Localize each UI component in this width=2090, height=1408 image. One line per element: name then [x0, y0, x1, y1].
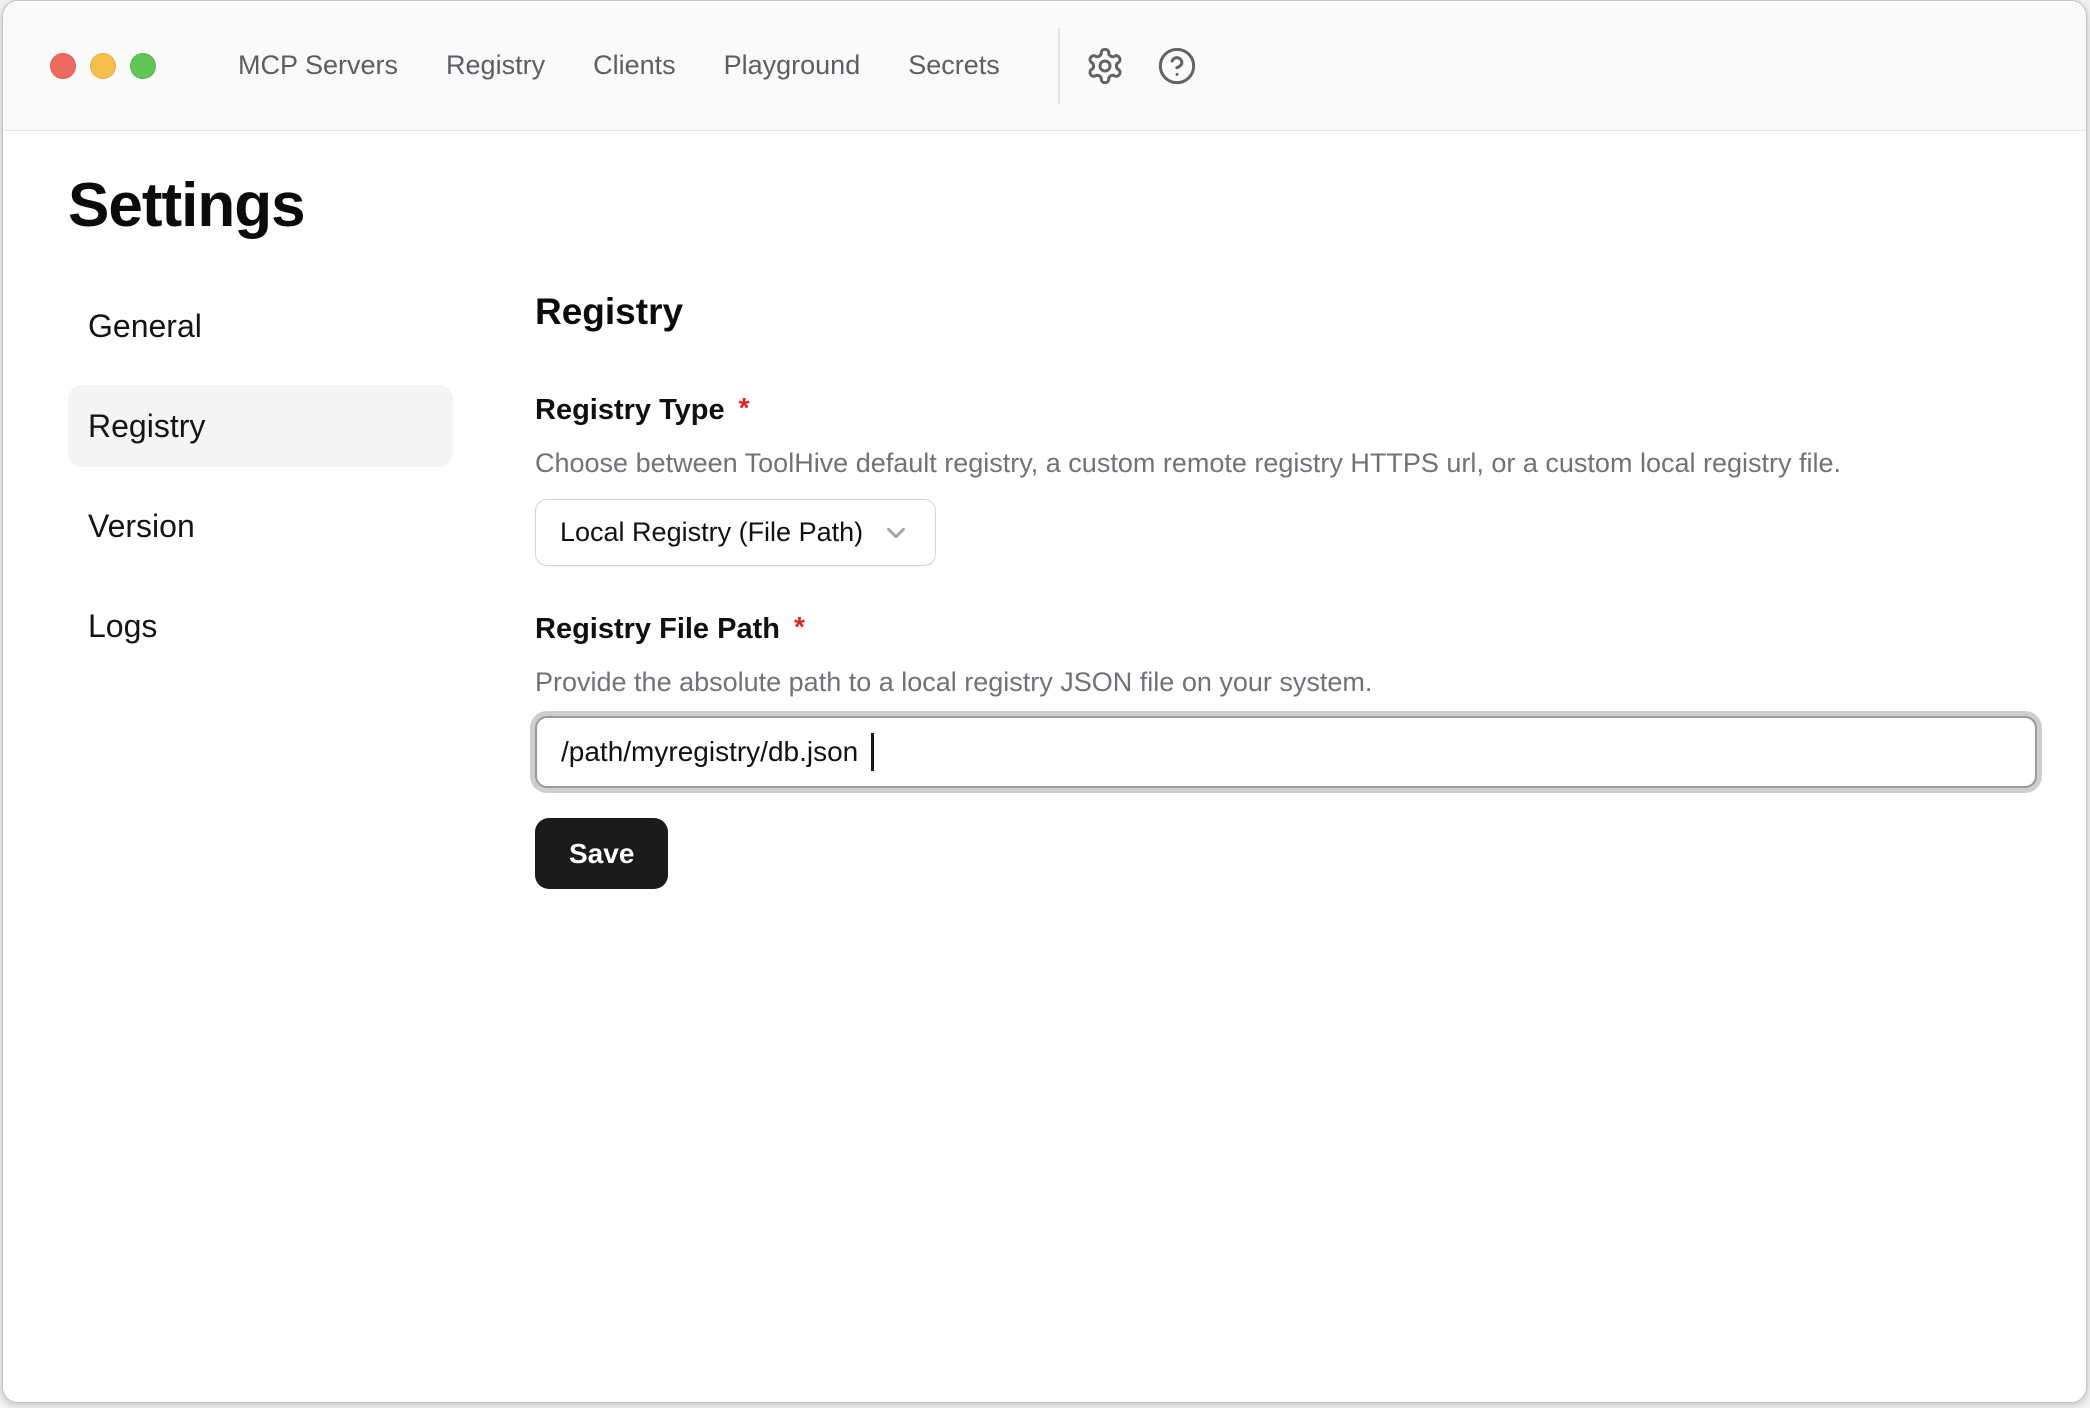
window-controls	[3, 53, 156, 79]
zoom-button[interactable]	[130, 53, 156, 79]
settings-button[interactable]	[1082, 43, 1128, 89]
chevron-down-icon	[881, 518, 911, 548]
registry-file-path-label: Registry File Path	[535, 610, 780, 648]
registry-type-label: Registry Type	[535, 391, 725, 429]
registry-file-path-field: Registry File Path * Provide the absolut…	[535, 610, 2039, 788]
sidebar-item-version[interactable]: Version	[68, 485, 453, 567]
required-asterisk: *	[739, 391, 750, 425]
registry-type-selected-value: Local Registry (File Path)	[560, 517, 863, 548]
registry-type-select[interactable]: Local Registry (File Path)	[535, 499, 936, 566]
titlebar-divider	[1058, 28, 1060, 104]
save-button[interactable]: Save	[535, 818, 668, 889]
settings-sidebar: General Registry Version Logs	[68, 285, 453, 667]
registry-file-path-description: Provide the absolute path to a local reg…	[535, 664, 2039, 700]
section-heading: Registry	[535, 289, 2039, 335]
settings-page: Settings General Registry Version Logs R…	[3, 131, 2086, 1402]
nav-mcp-servers[interactable]: MCP Servers	[238, 50, 398, 81]
registry-settings-panel: Registry Registry Type * Choose between …	[535, 285, 2039, 889]
minimize-button[interactable]	[90, 53, 116, 79]
sidebar-item-registry[interactable]: Registry	[68, 385, 453, 467]
registry-type-field: Registry Type * Choose between ToolHive …	[535, 391, 2039, 566]
top-nav: MCP Servers Registry Clients Playground …	[238, 50, 1000, 81]
registry-type-description: Choose between ToolHive default registry…	[535, 445, 2039, 481]
nav-playground[interactable]: Playground	[724, 50, 861, 81]
nav-registry[interactable]: Registry	[446, 50, 545, 81]
titlebar: MCP Servers Registry Clients Playground …	[3, 1, 2086, 131]
help-button[interactable]	[1154, 43, 1200, 89]
close-button[interactable]	[50, 53, 76, 79]
help-circle-icon	[1157, 46, 1197, 86]
required-asterisk: *	[794, 610, 805, 644]
screenshot-canvas: MCP Servers Registry Clients Playground …	[0, 0, 2090, 1408]
sidebar-item-general[interactable]: General	[68, 285, 453, 367]
titlebar-actions	[1082, 43, 1200, 89]
registry-file-path-input-wrap	[535, 716, 2037, 788]
gear-icon	[1085, 46, 1125, 86]
nav-secrets[interactable]: Secrets	[908, 50, 1000, 81]
page-title: Settings	[68, 169, 2039, 243]
text-caret	[871, 733, 874, 771]
sidebar-item-logs[interactable]: Logs	[68, 585, 453, 667]
nav-clients[interactable]: Clients	[593, 50, 676, 81]
registry-file-path-input[interactable]	[535, 716, 2037, 788]
app-window: MCP Servers Registry Clients Playground …	[2, 0, 2087, 1403]
